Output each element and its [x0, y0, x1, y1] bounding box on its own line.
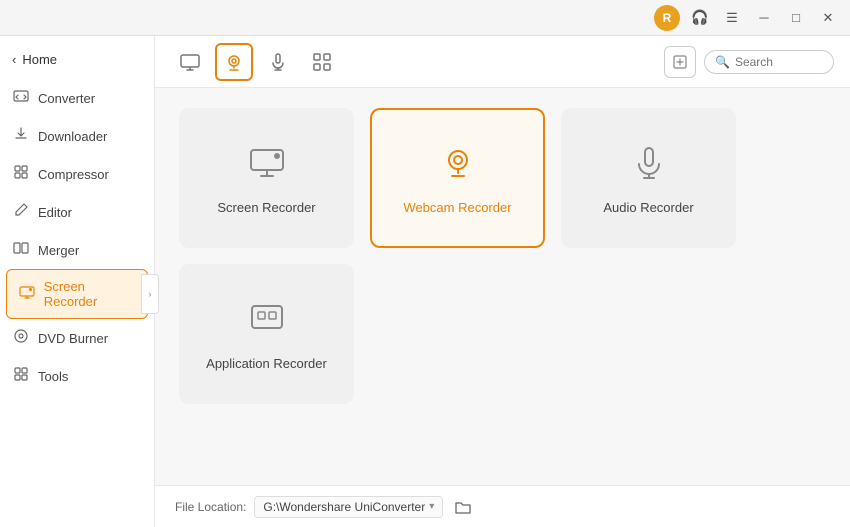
back-icon: ‹ [12, 52, 16, 67]
title-bar: R 🎧 ☰ ─ □ ✕ [0, 0, 850, 36]
tools-label: Tools [38, 369, 68, 384]
editor-label: Editor [38, 205, 72, 220]
sidebar-collapse-button[interactable]: › [141, 274, 159, 314]
file-path-text: G:\Wondershare UniConverter [263, 500, 425, 514]
headphone-button[interactable]: 🎧 [686, 7, 714, 29]
window-controls: ☰ ─ □ ✕ [718, 7, 842, 29]
tab-webcam[interactable] [215, 43, 253, 81]
screen-recorder-card[interactable]: Screen Recorder [179, 108, 354, 248]
compressor-icon [12, 164, 30, 184]
webcam-recorder-card-icon [438, 142, 478, 190]
converter-icon [12, 88, 30, 108]
sidebar-item-merger[interactable]: Merger [0, 231, 154, 269]
search-box[interactable]: 🔍 [704, 50, 834, 74]
audio-recorder-card[interactable]: Audio Recorder [561, 108, 736, 248]
sidebar-home[interactable]: ‹ Home [0, 44, 154, 75]
tab-apps[interactable] [303, 43, 341, 81]
path-chevron-icon: ▾ [429, 501, 434, 512]
open-folder-button[interactable] [451, 495, 475, 519]
webcam-recorder-card[interactable]: Webcam Recorder [370, 108, 545, 248]
application-recorder-card-icon [247, 298, 287, 346]
menu-button[interactable]: ☰ [718, 7, 746, 29]
application-recorder-card-label: Application Recorder [206, 356, 327, 371]
downloader-label: Downloader [38, 129, 107, 144]
search-input[interactable] [735, 55, 825, 69]
toolbar-actions: 🔍 [664, 46, 834, 78]
downloader-icon [12, 126, 30, 146]
tab-audio[interactable] [259, 43, 297, 81]
application-recorder-card[interactable]: Application Recorder [179, 264, 354, 404]
minimize-button[interactable]: ─ [750, 7, 778, 29]
screen-recorder-card-icon [247, 142, 287, 190]
home-label: Home [22, 52, 57, 67]
screen-recorder-label: Screen Recorder [44, 279, 135, 309]
sidebar-item-dvd-burner[interactable]: DVD Burner [0, 319, 154, 357]
merger-icon [12, 240, 30, 260]
tools-icon [12, 366, 30, 386]
main-content: 🔍 Screen Recorder [155, 36, 850, 527]
avatar-button[interactable]: R [654, 5, 680, 31]
sidebar-item-tools[interactable]: Tools [0, 357, 154, 395]
toolbar-tabs [171, 43, 664, 81]
content-area: Screen Recorder Webcam Recorder [155, 88, 850, 485]
file-location-bar: File Location: G:\Wondershare UniConvert… [155, 485, 850, 527]
export-button[interactable] [664, 46, 696, 78]
tab-screen[interactable] [171, 43, 209, 81]
close-button[interactable]: ✕ [814, 7, 842, 29]
sidebar-item-compressor[interactable]: Compressor [0, 155, 154, 193]
audio-recorder-card-icon [629, 142, 669, 190]
converter-label: Converter [38, 91, 95, 106]
merger-label: Merger [38, 243, 79, 258]
webcam-recorder-card-label: Webcam Recorder [403, 200, 511, 215]
dvd-burner-label: DVD Burner [38, 331, 108, 346]
compressor-label: Compressor [38, 167, 109, 182]
sidebar: ‹ Home Converter Downloader Compressor [0, 36, 155, 527]
editor-icon [12, 202, 30, 222]
toolbar: 🔍 [155, 36, 850, 88]
sidebar-item-editor[interactable]: Editor [0, 193, 154, 231]
file-location-label: File Location: [175, 500, 246, 514]
app-body: ‹ Home Converter Downloader Compressor [0, 36, 850, 527]
sidebar-item-screen-recorder[interactable]: Screen Recorder › [6, 269, 148, 319]
screen-recorder-card-label: Screen Recorder [217, 200, 315, 215]
search-icon: 🔍 [715, 55, 730, 69]
file-location-path[interactable]: G:\Wondershare UniConverter ▾ [254, 496, 443, 518]
screen-recorder-icon [19, 284, 36, 304]
recorder-grid: Screen Recorder Webcam Recorder [179, 108, 826, 404]
audio-recorder-card-label: Audio Recorder [603, 200, 693, 215]
maximize-button[interactable]: □ [782, 7, 810, 29]
sidebar-item-converter[interactable]: Converter [0, 79, 154, 117]
dvd-burner-icon [12, 328, 30, 348]
sidebar-item-downloader[interactable]: Downloader [0, 117, 154, 155]
